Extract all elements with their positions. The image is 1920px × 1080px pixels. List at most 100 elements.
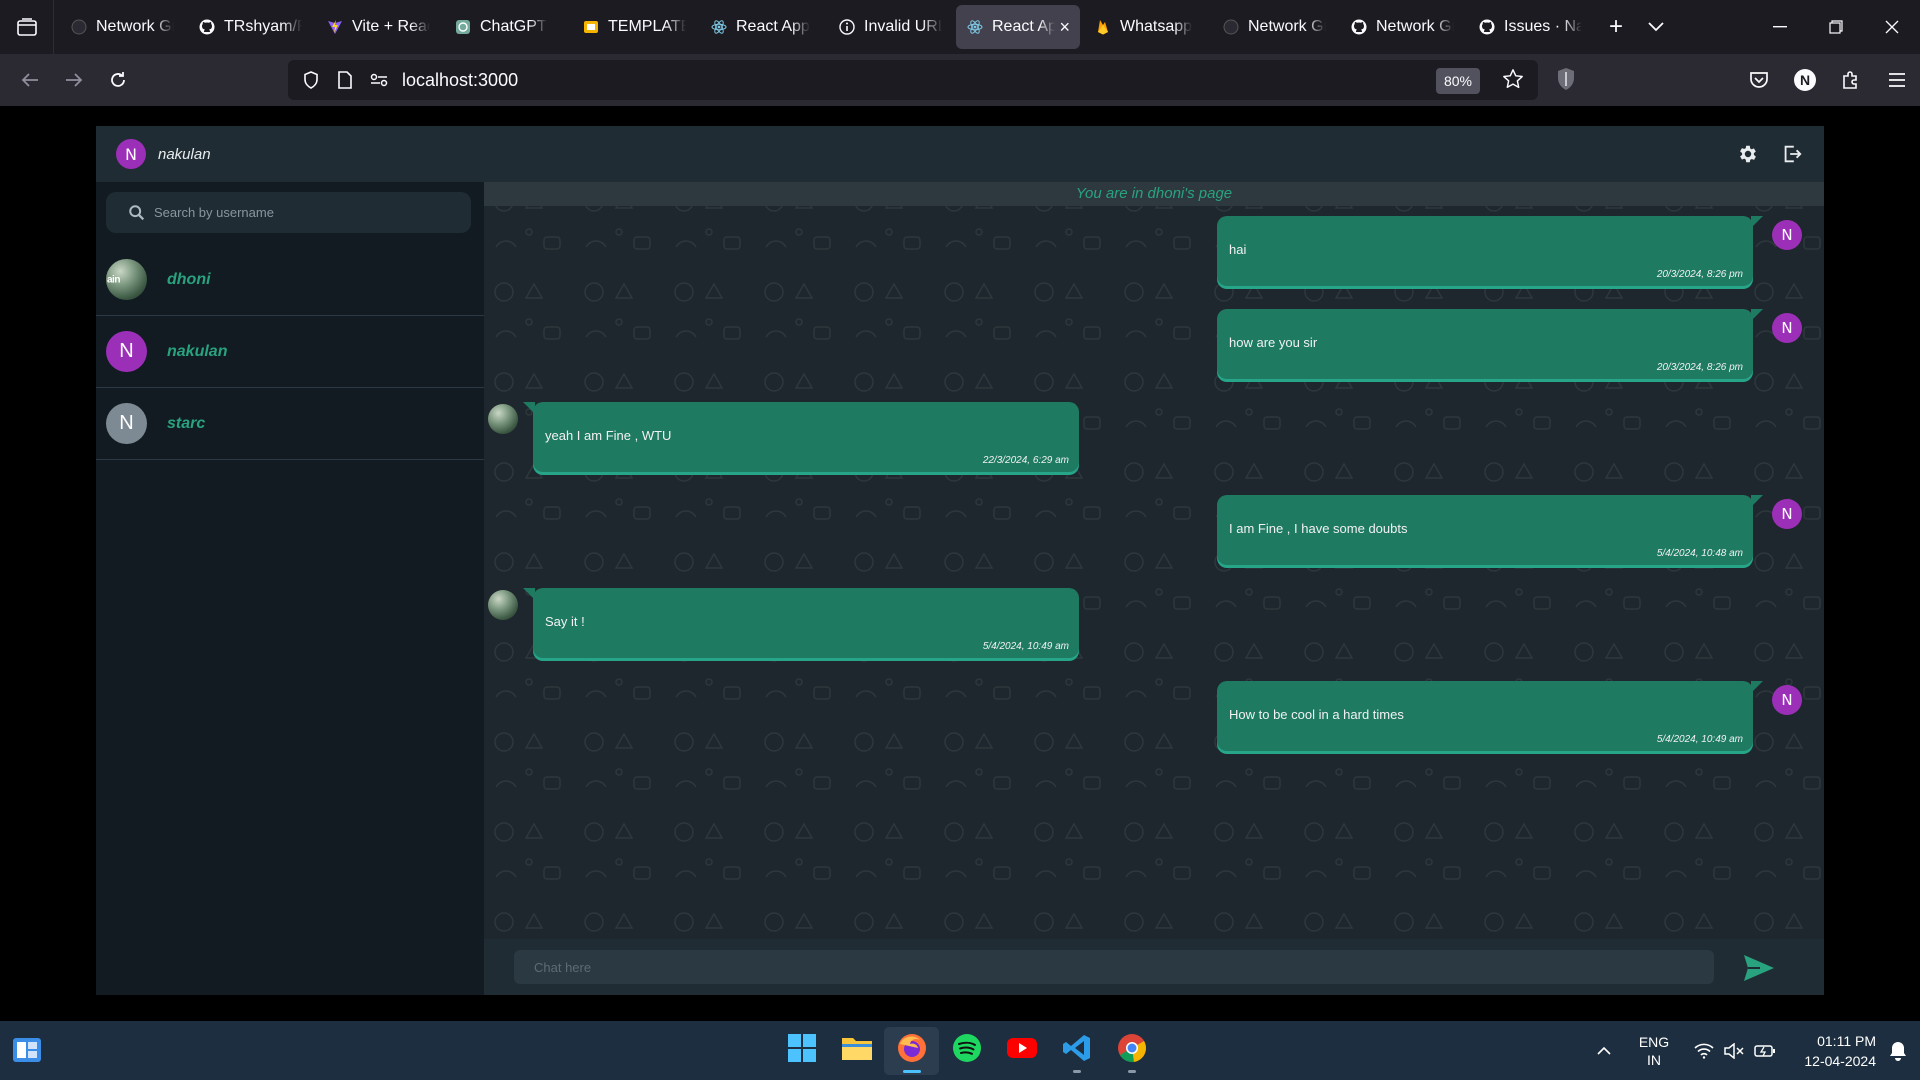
avatar-photo-text: ain — [107, 274, 120, 285]
address-bar[interactable]: localhost:3000 80% — [288, 60, 1538, 100]
contact-photo-avatar — [488, 590, 518, 620]
search-icon — [129, 204, 145, 220]
clock-button[interactable]: 01:11 PM 12-04-2024 — [1786, 1031, 1876, 1071]
folder-tabs-icon — [16, 18, 37, 36]
close-window-button[interactable] — [1864, 0, 1920, 54]
contact-item[interactable]: Nstarc — [96, 388, 484, 460]
extension-shield-button[interactable] — [1556, 67, 1576, 96]
browser-tab[interactable]: React Ap × — [956, 5, 1080, 49]
browser-tab[interactable]: Invalid URL — [828, 5, 952, 49]
permissions-button[interactable] — [362, 60, 396, 100]
reload-button[interactable] — [96, 58, 140, 102]
contact-name: dhoni — [167, 270, 211, 288]
outgoing-message[interactable]: How to be cool in a hard times 5/4/2024, … — [1217, 681, 1763, 751]
outgoing-message[interactable]: hai 20/3/2024, 8:26 pm — [1217, 216, 1763, 286]
windows-taskbar: ENG IN 01:11 PM 12-04-2024 — [0, 1021, 1920, 1080]
browser-tab[interactable]: TEMPLATE — [572, 5, 696, 49]
windows-start-icon — [787, 1033, 817, 1068]
chat-banner: You are in dhoni's page — [484, 182, 1824, 206]
current-user-avatar[interactable]: N — [116, 139, 146, 169]
taskbar-app-button[interactable] — [1104, 1027, 1159, 1075]
taskbar-app-button[interactable] — [774, 1027, 829, 1075]
zoom-level-badge[interactable]: 80% — [1435, 68, 1480, 94]
incoming-message[interactable]: Say it ! 5/4/2024, 10:49 am — [523, 588, 1079, 658]
taskbar-app-button[interactable] — [884, 1026, 939, 1075]
tracking-protection-button[interactable] — [294, 60, 328, 100]
browser-tab[interactable]: Network Gr — [1212, 5, 1336, 49]
tab-list-button[interactable] — [0, 0, 54, 54]
back-button[interactable] — [8, 58, 52, 102]
tab-title: Network Gr — [96, 18, 174, 35]
header-actions — [1726, 136, 1814, 172]
app-menu-button[interactable] — [1874, 54, 1920, 106]
browser-tab[interactable]: Whatsapp — [1084, 5, 1208, 49]
github-icon — [1350, 18, 1368, 36]
contact-avatar: N — [106, 331, 147, 372]
browser-tab[interactable]: Vite + Reac — [316, 5, 440, 49]
browser-tab[interactable]: ChatGPT — [444, 5, 568, 49]
account-button[interactable]: N — [1782, 54, 1828, 106]
message-input[interactable] — [514, 950, 1714, 984]
pocket-button[interactable] — [1736, 54, 1782, 106]
browser-tab[interactable]: Issues · Nak — [1468, 5, 1592, 49]
restore-button[interactable] — [1808, 0, 1864, 54]
sender-avatar: N — [1772, 313, 1802, 343]
browser-tab[interactable]: Network Gr — [1340, 5, 1464, 49]
tab-title: React App — [736, 18, 810, 35]
file-explorer-icon — [841, 1034, 873, 1067]
bell-icon — [1890, 1041, 1906, 1061]
settings-button[interactable] — [1726, 136, 1770, 172]
taskbar-app-button[interactable] — [994, 1027, 1049, 1075]
bookmark-star-button[interactable] — [1502, 68, 1524, 95]
browser-tab[interactable]: TRshyam/R — [188, 5, 312, 49]
network-tab-icon — [1222, 18, 1240, 36]
send-button[interactable] — [1742, 951, 1776, 985]
page-info-button[interactable] — [328, 60, 362, 100]
taskbar-app-button[interactable] — [829, 1027, 884, 1075]
contact-item[interactable]: Nnakulan — [96, 316, 484, 388]
contact-photo-avatar — [488, 404, 518, 434]
message-timestamp: 22/3/2024, 6:29 am — [982, 455, 1069, 466]
url-text[interactable]: localhost:3000 — [402, 70, 518, 91]
logout-icon — [1784, 145, 1802, 163]
window-controls — [1752, 0, 1920, 54]
puzzle-icon — [1843, 71, 1857, 89]
logout-button[interactable] — [1770, 136, 1814, 172]
message-timestamp: 20/3/2024, 8:26 pm — [1656, 362, 1743, 373]
list-all-tabs-button[interactable] — [1636, 7, 1676, 47]
extensions-button[interactable] — [1828, 54, 1874, 106]
taskbar-app-button[interactable] — [939, 1027, 994, 1075]
minimize-button[interactable] — [1752, 0, 1808, 54]
contacts-sidebar: aindhoniNnakulanNstarc — [96, 182, 484, 995]
notifications-button[interactable] — [1876, 1041, 1920, 1061]
outgoing-message[interactable]: I am Fine , I have some doubts 5/4/2024, … — [1217, 495, 1763, 565]
quick-settings-button[interactable] — [1684, 1042, 1786, 1059]
toolbar-right: N — [1736, 54, 1920, 106]
incoming-message[interactable]: yeah I am Fine , WTU 22/3/2024, 6:29 am — [523, 402, 1079, 472]
contact-item[interactable]: ain dhoni — [96, 244, 484, 316]
browser-nav-bar: localhost:3000 80% N — [0, 54, 1920, 106]
browser-tab[interactable]: Network Gr — [60, 5, 184, 49]
app-header: N nakulan — [96, 126, 1824, 182]
new-tab-button[interactable]: + — [1596, 7, 1636, 47]
taskbar-app-button[interactable] — [1049, 1027, 1104, 1075]
language-indicator[interactable]: ENG IN — [1624, 1033, 1684, 1069]
browser-tab[interactable]: React App — [700, 5, 824, 49]
show-hidden-icons-button[interactable] — [1584, 1046, 1624, 1055]
contact-avatar: N — [106, 403, 147, 444]
wifi-icon — [1694, 1043, 1714, 1059]
search-box[interactable] — [106, 192, 471, 233]
forward-button[interactable] — [52, 58, 96, 102]
send-icon — [1744, 955, 1774, 981]
star-icon — [1503, 69, 1523, 89]
tab-title: Whatsapp — [1120, 18, 1193, 35]
search-input[interactable] — [154, 205, 454, 220]
close-tab-icon[interactable]: × — [1055, 17, 1070, 38]
outgoing-message[interactable]: how are you sir 20/3/2024, 8:26 pm — [1217, 309, 1763, 379]
tab-title: TRshyam/R — [224, 18, 302, 35]
reload-icon — [111, 72, 125, 87]
contact-avatar: ain — [106, 259, 147, 300]
sender-avatar: N — [1772, 685, 1802, 715]
widgets-button[interactable] — [12, 1037, 42, 1063]
contact-name: starc — [167, 414, 206, 432]
